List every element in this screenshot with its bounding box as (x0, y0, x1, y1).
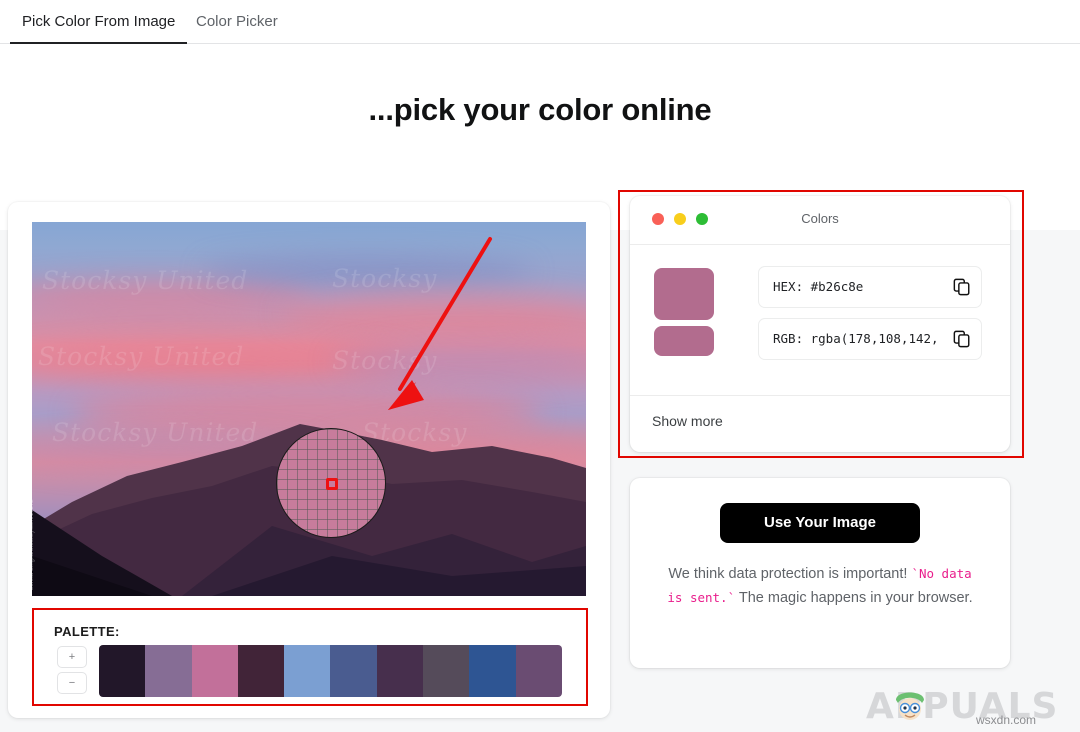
appuals-watermark: APPUALS wsxdn.com (866, 684, 1066, 730)
palette-swatch[interactable] (516, 645, 562, 697)
rgb-value-text: RGB: rgba(178,108,142, (773, 331, 945, 346)
magnifier-target-pixel (326, 478, 338, 490)
palette-swatch[interactable] (469, 645, 515, 697)
magnifier-loupe[interactable] (276, 428, 386, 538)
palette-label: PALETTE: (54, 624, 120, 639)
page-title: ...pick your color online (0, 92, 1080, 128)
colors-panel-footer: Show more (630, 395, 1010, 452)
tab-bar: Pick Color From Image Color Picker (0, 0, 1080, 44)
photo-cloud (202, 256, 532, 286)
show-more-link[interactable]: Show more (652, 413, 723, 429)
privacy-note-suffix: The magic happens in your browser. (735, 590, 973, 606)
privacy-note-prefix: We think data protection is important! (668, 566, 911, 582)
palette-swatch[interactable] (99, 645, 145, 697)
palette-swatch[interactable] (238, 645, 284, 697)
hex-value-text: HEX: #b26c8e (773, 279, 945, 294)
palette-swatch[interactable] (423, 645, 469, 697)
appuals-mascot-icon (888, 684, 932, 728)
copy-icon[interactable] (953, 330, 971, 348)
palette-swatch[interactable] (377, 645, 423, 697)
palette-add-button[interactable]: + (57, 646, 87, 668)
palette-swatch[interactable] (284, 645, 330, 697)
colors-panel: Colors HEX: #b26c8e RGB: rgba(178,108,14… (630, 196, 1010, 452)
color-preview-small (654, 326, 714, 356)
colors-panel-titlebar: Colors (630, 196, 1010, 245)
tab-pick-color-from-image[interactable]: Pick Color From Image (10, 0, 187, 44)
use-your-image-button[interactable]: Use Your Image (720, 503, 920, 543)
copy-icon[interactable] (953, 278, 971, 296)
palette-swatches[interactable] (99, 645, 562, 697)
tab-color-picker[interactable]: Color Picker (184, 0, 290, 44)
palette-remove-button[interactable]: − (57, 672, 87, 694)
palette-swatch[interactable] (330, 645, 376, 697)
wsxdn-site-text: wsxdn.com (976, 713, 1036, 727)
palette-swatch[interactable] (145, 645, 191, 697)
use-your-image-card: Use Your Image We think data protection … (630, 478, 1010, 668)
hex-value-field[interactable]: HEX: #b26c8e (758, 266, 982, 308)
privacy-note: We think data protection is important! `… (662, 562, 978, 610)
palette-swatch[interactable] (192, 645, 238, 697)
colors-panel-title: Colors (630, 211, 1010, 226)
rgb-value-field[interactable]: RGB: rgba(178,108,142, (758, 318, 982, 360)
color-preview-large (654, 268, 714, 320)
palette-section: PALETTE: + − (32, 608, 588, 706)
source-photo[interactable]: Stocksy United Stocksy Stocksy United St… (32, 222, 586, 596)
photo-credit: Loreta Ciriglia/Stocksy.com/16972 (32, 499, 35, 590)
